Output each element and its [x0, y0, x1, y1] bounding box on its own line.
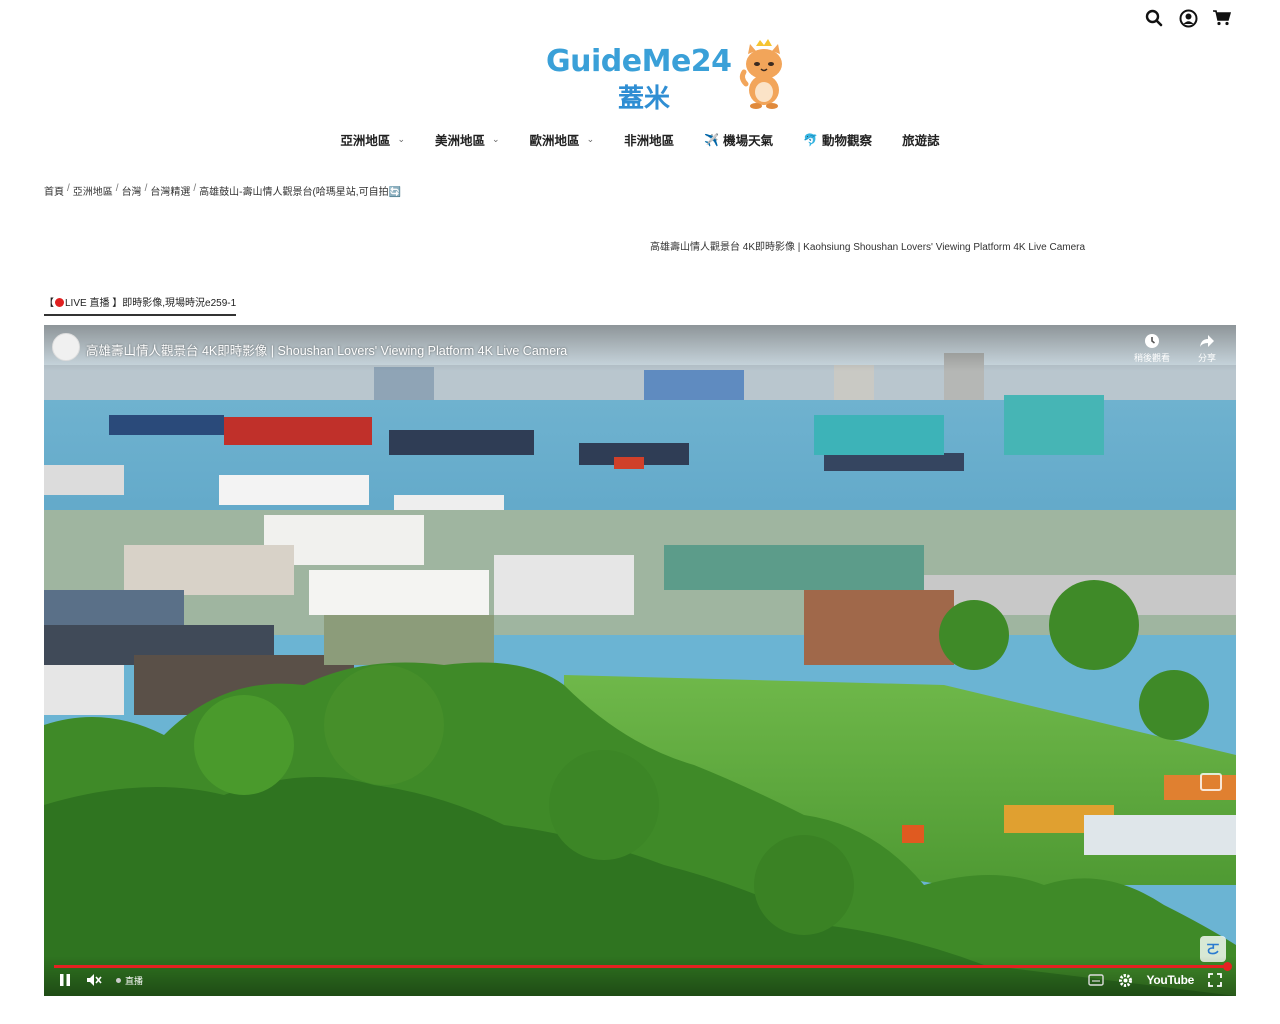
- live-label: 直播: [125, 975, 144, 986]
- video-progress-bar[interactable]: [54, 962, 1232, 971]
- nav-item-africa[interactable]: 非洲地區: [624, 128, 674, 151]
- nav-item-label: 旅遊誌: [902, 134, 940, 148]
- progress-knob[interactable]: [1223, 962, 1232, 971]
- breadcrumb-separator: /: [67, 183, 70, 194]
- nav-item-label: 美洲地區: [434, 134, 485, 148]
- video-top-actions: 稍後觀看 分享: [1134, 333, 1216, 364]
- captions-icon: [1087, 974, 1104, 986]
- share-icon: [1199, 335, 1214, 347]
- watch-later-button[interactable]: 稍後觀看: [1134, 333, 1170, 364]
- video-title[interactable]: 高雄壽山情人觀景台 4K即時影像 | Shoushan Lovers' View…: [86, 340, 567, 359]
- channel-avatar[interactable]: [52, 333, 80, 361]
- mute-button[interactable]: [86, 973, 102, 987]
- breadcrumb: 首頁 / 亞洲地區 / 台灣 / 台灣精選 / 高雄鼓山-壽山情人觀景台(哈瑪星站,可自…: [44, 183, 401, 198]
- clock-icon: [1144, 334, 1159, 348]
- tab-live-prefix: 【: [44, 298, 54, 309]
- volume-muted-icon: [87, 974, 102, 986]
- share-button[interactable]: 分享: [1198, 333, 1216, 364]
- breadcrumb-separator: /: [193, 183, 197, 194]
- logo-brand-text: GuideMe24: [546, 44, 732, 79]
- nav-item-label: 非洲地區: [624, 134, 675, 148]
- nav-item-asia[interactable]: 亞洲地區 ⌄: [340, 128, 405, 151]
- live-dot-icon: [55, 298, 64, 307]
- video-controls: 直播 YouTube: [58, 970, 1222, 990]
- breadcrumb-asia[interactable]: 亞洲地區: [73, 183, 113, 198]
- video-player[interactable]: 高雄壽山情人觀景台 4K即時影像 | Shoushan Lovers' View…: [44, 325, 1236, 996]
- fullscreen-button[interactable]: [1208, 973, 1222, 987]
- cat-mascot-icon: [739, 39, 782, 109]
- pause-icon: [60, 974, 70, 986]
- live-indicator[interactable]: 直播: [116, 974, 143, 987]
- fullscreen-icon: [1208, 973, 1222, 987]
- breadcrumb-taiwan[interactable]: 台灣: [122, 183, 142, 198]
- breadcrumb-separator: /: [115, 183, 119, 194]
- live-dot-icon: [116, 977, 121, 983]
- cart-icon[interactable]: [1212, 8, 1232, 28]
- logo-sub-text: 蓋米: [618, 84, 671, 114]
- watch-later-label: 稍後觀看: [1133, 353, 1170, 363]
- tab-live-label: LIVE 直播 】即時影像,現場時況e259-1: [65, 298, 237, 309]
- youtube-logo[interactable]: YouTube: [1147, 973, 1195, 987]
- header-actions: [1144, 8, 1232, 28]
- captions-button[interactable]: [1087, 974, 1104, 986]
- picture-in-picture-icon[interactable]: [1200, 773, 1222, 791]
- search-icon[interactable]: [1144, 8, 1164, 28]
- nav-item-airport-weather[interactable]: ✈️ 機場天氣: [704, 128, 773, 151]
- breadcrumb-home[interactable]: 首頁: [44, 183, 64, 198]
- video-caption: 高雄壽山情人觀景台 4K即時影像 | Kaohsiung Shoushan Lo…: [650, 242, 1086, 253]
- breadcrumb-separator: /: [144, 183, 148, 194]
- chevron-down-icon: ⌄: [586, 134, 595, 144]
- chevron-down-icon: ⌄: [397, 134, 405, 144]
- nav-item-travel-journal[interactable]: 旅遊誌: [902, 128, 940, 151]
- video-frame: [44, 325, 1236, 996]
- nav-item-label: 機場天氣: [723, 134, 774, 148]
- main-nav: 亞洲地區 ⌄ 美洲地區 ⌄ 歐洲地區 ⌄ 非洲地區 ✈️ 機場天氣 🐬 動物觀察…: [0, 128, 1280, 151]
- nav-item-europe[interactable]: 歐洲地區 ⌄: [530, 128, 595, 151]
- pause-button[interactable]: [58, 973, 72, 987]
- nav-item-america[interactable]: 美洲地區 ⌄: [435, 128, 500, 151]
- gear-icon: [1118, 973, 1132, 987]
- nav-item-label: 歐洲地區: [529, 134, 580, 148]
- user-icon[interactable]: [1178, 8, 1198, 28]
- breadcrumb-current: 高雄鼓山-壽山情人觀景台(哈瑪星站,可自拍🔄: [199, 187, 402, 198]
- share-label: 分享: [1197, 353, 1216, 363]
- dolphin-icon: 🐬: [803, 132, 819, 147]
- airplane-icon: ✈️: [704, 132, 720, 147]
- site-logo[interactable]: GuideMe24 蓋米: [546, 38, 796, 114]
- nav-item-animal-watch[interactable]: 🐬 動物觀察: [803, 128, 872, 151]
- nav-item-label: 動物觀察: [822, 134, 873, 148]
- breadcrumb-taiwan-featured[interactable]: 台灣精選: [150, 183, 190, 198]
- settings-button[interactable]: [1118, 973, 1133, 988]
- tab-live[interactable]: 【 LIVE 直播 】即時影像,現場時況e259-1: [44, 294, 237, 316]
- chevron-down-icon: ⌄: [492, 134, 500, 144]
- nav-item-label: 亞洲地區: [340, 134, 391, 148]
